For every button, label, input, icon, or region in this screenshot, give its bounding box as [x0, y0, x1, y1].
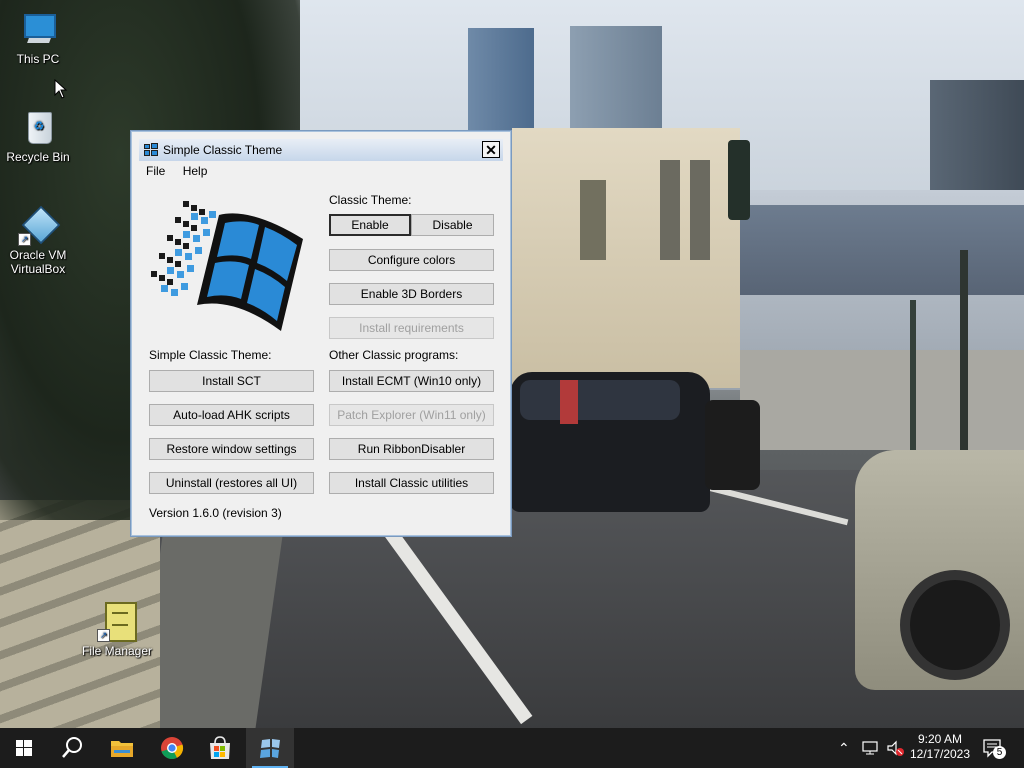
menu-bar: File Help: [139, 162, 214, 182]
version-text: Version 1.6.0 (revision 3): [149, 506, 282, 520]
desktop-icon-label: File Manager: [81, 644, 153, 658]
desktop-icon-label: Recycle Bin: [6, 150, 70, 164]
wallpaper-motorbike: [705, 400, 760, 490]
desktop-icon-recycle-bin[interactable]: ♻ Recycle Bin: [0, 108, 76, 164]
file-cabinet-icon: ↗: [97, 602, 137, 642]
clock-date: 12/17/2023: [909, 747, 971, 761]
run-ribbondisabler-button[interactable]: Run RibbonDisabler: [329, 438, 494, 460]
file-explorer-button[interactable]: [98, 728, 146, 768]
wallpaper-traffic-light: [728, 140, 750, 220]
wallpaper-station-roof: [740, 205, 1024, 295]
notification-badge: 5: [993, 746, 1006, 759]
configure-colors-button[interactable]: Configure colors: [329, 249, 494, 271]
store-icon: [210, 736, 230, 759]
virtualbox-icon: ↗: [18, 205, 61, 246]
window-titlebar[interactable]: Simple Classic Theme ✕: [139, 139, 503, 161]
menu-help[interactable]: Help: [176, 162, 215, 180]
simple-classic-theme-icon: [260, 739, 280, 758]
desktop-icon-file-manager[interactable]: ↗ File Manager: [79, 602, 155, 658]
patch-explorer-button[interactable]: Patch Explorer (Win11 only): [329, 404, 494, 426]
start-icon: [16, 740, 32, 756]
sct-section-label: Simple Classic Theme:: [149, 348, 272, 362]
wallpaper-pole: [910, 300, 916, 460]
taskbar: ⌃ 9:20 AM 12/17/2023 5: [0, 728, 1024, 768]
chrome-icon: [161, 737, 184, 760]
wallpaper-window: [690, 160, 710, 260]
wallpaper-wheel: [900, 570, 1010, 680]
install-requirements-button[interactable]: Install requirements: [329, 317, 494, 339]
desktop-icon-this-pc[interactable]: This PC: [0, 10, 76, 66]
classic-theme-label: Classic Theme:: [329, 193, 412, 207]
shortcut-arrow-icon: ↗: [18, 233, 31, 246]
install-classic-utilities-button[interactable]: Install Classic utilities: [329, 472, 494, 494]
wallpaper-shopfront: [740, 350, 1024, 450]
volume-muted-icon[interactable]: [886, 740, 906, 758]
search-icon: [62, 737, 82, 758]
chrome-button[interactable]: [148, 728, 196, 768]
clock-time: 9:20 AM: [917, 732, 963, 746]
uninstall-button[interactable]: Uninstall (restores all UI): [149, 472, 314, 494]
wallpaper-car-glass: [520, 380, 680, 420]
restore-window-settings-button[interactable]: Restore window settings: [149, 438, 314, 460]
shortcut-arrow-icon: ↗: [97, 629, 110, 642]
start-button[interactable]: [0, 728, 48, 768]
store-button[interactable]: [196, 728, 244, 768]
wallpaper-taillight: [560, 380, 578, 424]
app-icon: [144, 143, 158, 156]
chevron-up-icon[interactable]: ⌃: [838, 728, 850, 768]
disable-button[interactable]: Disable: [411, 214, 494, 236]
action-center-button[interactable]: 5: [982, 737, 1006, 759]
simple-classic-theme-taskbar-button[interactable]: [246, 728, 294, 768]
search-button[interactable]: [48, 728, 96, 768]
install-sct-button[interactable]: Install SCT: [149, 370, 314, 392]
wallpaper-window: [580, 180, 606, 260]
close-button[interactable]: ✕: [482, 141, 500, 158]
desktop-icon-virtualbox[interactable]: ↗ Oracle VM VirtualBox: [0, 205, 76, 276]
enable-3d-borders-button[interactable]: Enable 3D Borders: [329, 283, 494, 305]
wallpaper-pole: [960, 250, 968, 460]
windows-classic-logo: [151, 201, 303, 331]
close-icon: ✕: [485, 142, 497, 158]
menu-file[interactable]: File: [139, 162, 172, 180]
enable-button[interactable]: Enable: [329, 214, 411, 236]
mouse-cursor-icon: [54, 79, 68, 99]
desktop-icon-label: This PC: [16, 52, 60, 66]
autoload-ahk-button[interactable]: Auto-load AHK scripts: [149, 404, 314, 426]
install-ecmt-button[interactable]: Install ECMT (Win10 only): [329, 370, 494, 392]
clock[interactable]: 9:20 AM 12/17/2023: [904, 732, 976, 762]
network-icon[interactable]: [862, 740, 880, 756]
this-pc-icon: [18, 10, 58, 50]
desktop-icon-label: Oracle VM VirtualBox: [9, 248, 67, 276]
file-explorer-icon: [111, 741, 133, 757]
recycle-bin-icon: ♻: [18, 108, 58, 148]
wallpaper-window: [660, 160, 680, 260]
window-title: Simple Classic Theme: [163, 143, 283, 157]
simple-classic-theme-window: Simple Classic Theme ✕ File Help Classic…: [130, 130, 512, 537]
other-programs-label: Other Classic programs:: [329, 348, 459, 362]
